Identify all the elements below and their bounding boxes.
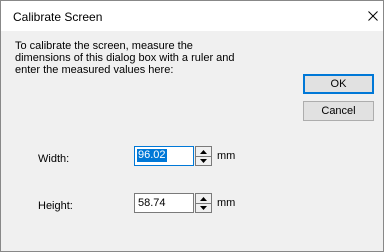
height-unit: mm [217,197,236,209]
calibrate-screen-dialog: Calibrate Screen To calibrate the screen… [0,0,384,252]
width-decrement-button[interactable] [196,156,211,165]
cancel-button-label: Cancel [321,105,356,117]
width-label: Width: [38,153,70,165]
dialog-title: Calibrate Screen [13,10,103,24]
height-label: Height: [38,200,73,212]
width-input[interactable] [134,146,194,166]
ok-button[interactable]: OK [303,74,374,94]
width-unit: mm [217,150,236,162]
triangle-up-icon [200,149,207,154]
height-decrement-button[interactable] [196,203,211,212]
close-button[interactable] [363,1,383,31]
height-input[interactable] [134,193,194,213]
triangle-down-icon [200,158,207,163]
triangle-up-icon [200,196,207,201]
width-spin-buttons [195,146,212,166]
height-spin-buttons [195,193,212,213]
instructions-text: To calibrate the screen, measure the dim… [15,40,235,76]
cancel-button[interactable]: Cancel [303,101,374,121]
triangle-down-icon [200,205,207,210]
height-spinner [134,193,213,213]
title-bar[interactable]: Calibrate Screen [1,1,383,31]
width-spinner: 96.02 [134,146,213,166]
ok-button-label: OK [330,78,347,90]
close-icon [368,11,378,21]
